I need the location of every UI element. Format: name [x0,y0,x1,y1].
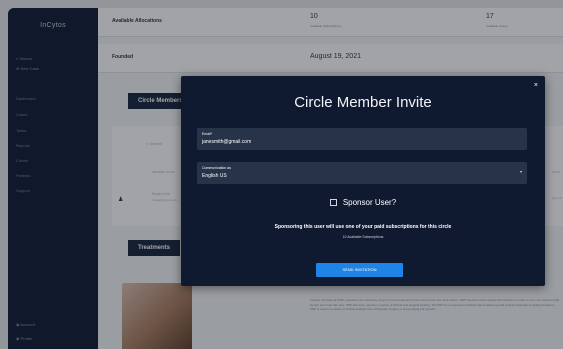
email-label: Email* [202,132,213,136]
chevron-down-icon: ▾ [519,169,522,174]
email-field[interactable]: Email* janesmith@gmail.com [197,128,527,150]
communication-value: English US [202,173,227,179]
communication-select[interactable]: Communication as English US ▾ [197,162,527,184]
communication-label: Communication as [202,166,231,170]
email-value: janesmith@gmail.com [202,139,252,145]
sponsor-checkbox[interactable] [329,199,337,207]
sponsor-toggle[interactable]: Sponsor User? [181,198,545,207]
modal-title: Circle Member Invite [294,94,432,111]
sponsor-label: Sponsor User? [342,198,397,207]
available-subscriptions: 10 Available Subscriptions [342,235,384,239]
close-icon[interactable]: × [534,82,538,89]
sponsor-note: Sponsoring this user will use one of you… [274,224,452,230]
send-invitation-button[interactable]: SEND INVITATION [316,263,403,277]
app-frame: InCytos ⌕ Search ⊕ New Case Dashboard Ca… [0,0,563,349]
invite-modal: × Circle Member Invite Email* janesmith@… [181,76,545,286]
